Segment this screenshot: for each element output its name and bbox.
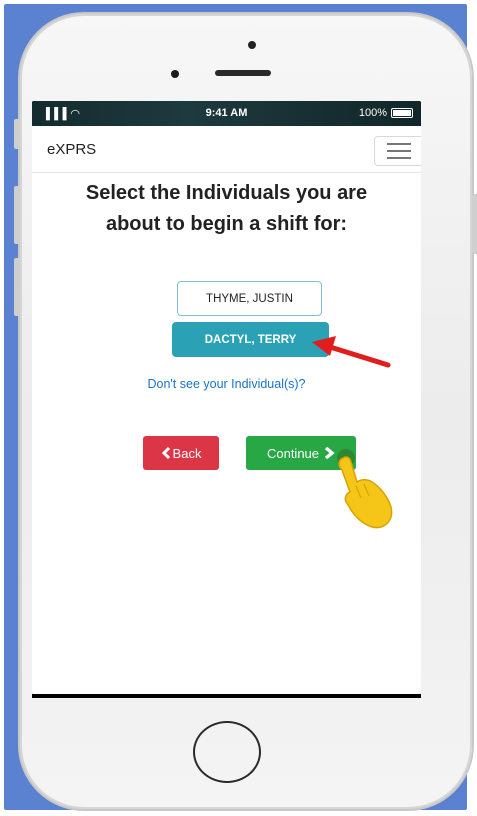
pointing-hand-icon [337, 449, 393, 529]
red-arrow-icon [312, 336, 391, 368]
annotation-overlay [312, 336, 393, 529]
